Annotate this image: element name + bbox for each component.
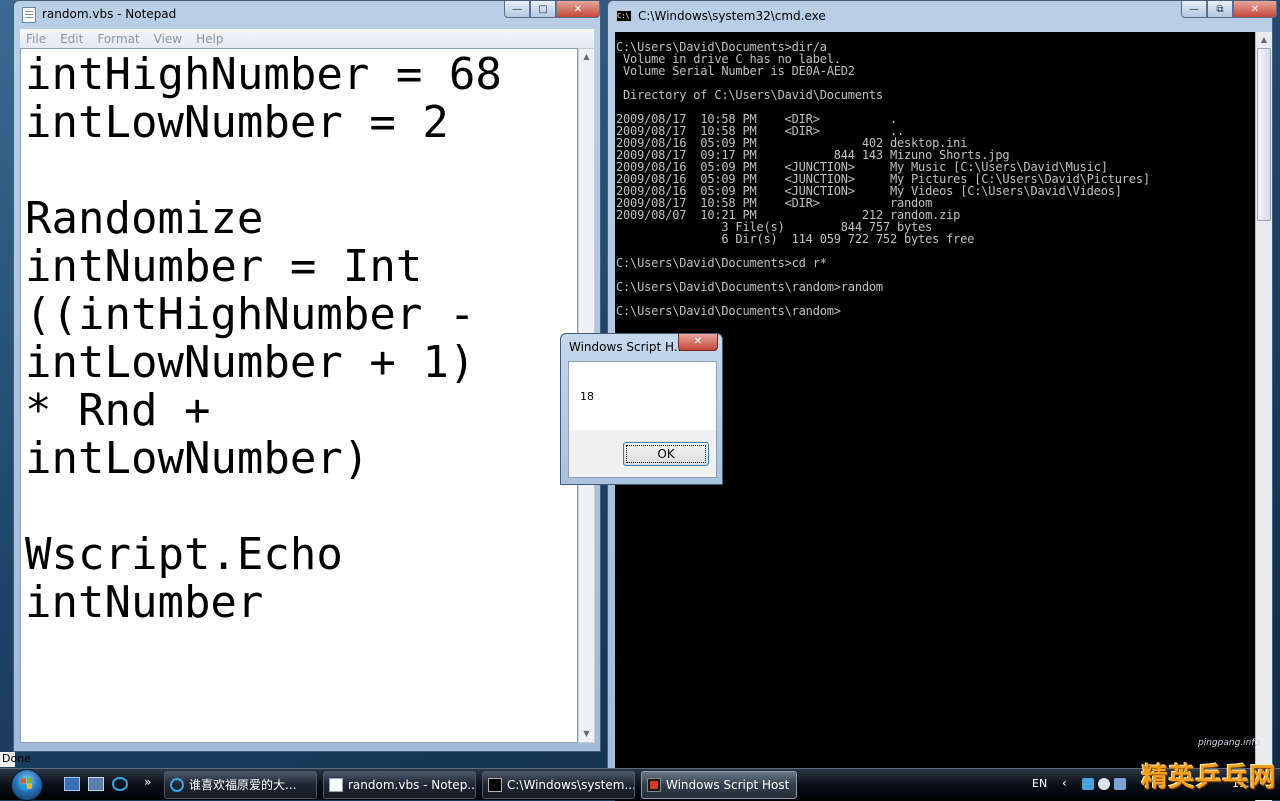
cmd-icon: C:\ (616, 10, 632, 22)
taskbar: » 谁喜欢福原爱的大... random.vbs - Notep... C:\W… (0, 768, 1280, 801)
notepad-titlebar[interactable]: random.vbs - Notepad — □ ✕ (14, 1, 600, 29)
script-host-dialog[interactable]: Windows Script H... ✕ 18 OK (560, 333, 723, 485)
switch-windows-icon[interactable] (88, 777, 104, 791)
notepad-menubar: File Edit Format View Help (20, 29, 594, 48)
menu-file[interactable]: File (20, 32, 54, 46)
scroll-thumb[interactable] (1257, 48, 1271, 221)
scroll-up-icon[interactable]: ▲ (1256, 32, 1272, 48)
scroll-up-icon[interactable]: ▲ (579, 49, 594, 65)
close-button[interactable]: ✕ (556, 1, 600, 18)
watermark-url: pingpang.info (1198, 738, 1261, 748)
volume-icon[interactable] (1098, 778, 1110, 790)
menu-help[interactable]: Help (190, 32, 231, 46)
taskbar-item-label: C:\Windows\system... (507, 778, 635, 792)
ok-button[interactable]: OK (623, 442, 709, 466)
close-button[interactable]: ✕ (1233, 1, 1277, 18)
notepad-text-area[interactable]: intHighNumber = 68 intLowNumber = 2 Rand… (20, 48, 578, 743)
taskbar-item-script-host[interactable]: Windows Script Host (641, 771, 797, 799)
cmd-icon (488, 778, 502, 792)
taskbar-item-label: 谁喜欢福原爱的大... (189, 778, 297, 792)
menu-format[interactable]: Format (91, 32, 147, 46)
dialog-message: 18 (580, 390, 594, 403)
network-icon[interactable] (1082, 778, 1094, 790)
dialog-title: Windows Script H... (569, 340, 686, 354)
minimize-button[interactable]: — (1181, 1, 1207, 18)
quicklaunch-more-icon[interactable]: » (144, 775, 151, 789)
language-indicator[interactable]: EN (1032, 777, 1047, 790)
watermark-logo: 精英乒乓网 (1141, 762, 1277, 793)
maximize-button[interactable]: ⧉ (1207, 1, 1233, 18)
tray-expand-icon[interactable]: ‹ (1062, 776, 1067, 790)
bluetooth-icon[interactable] (1114, 778, 1126, 790)
taskbar-item-notepad[interactable]: random.vbs - Notep... (323, 771, 476, 799)
scroll-down-icon[interactable]: ▼ (579, 726, 594, 742)
minimize-button[interactable]: — (504, 1, 530, 18)
dialog-message-area: 18 (569, 362, 716, 430)
internet-explorer-icon[interactable] (112, 777, 128, 791)
start-button[interactable] (4, 768, 50, 801)
cmd-title: C:\Windows\system32\cmd.exe (638, 9, 826, 23)
taskbar-item-label: Windows Script Host (666, 778, 790, 792)
dialog-body: 18 OK (568, 361, 717, 478)
notepad-window[interactable]: random.vbs - Notepad — □ ✕ File Edit For… (13, 0, 601, 752)
script-host-icon (647, 778, 661, 792)
cmd-output: C:\Users\David\Documents>dir/a Volume in… (616, 40, 1150, 318)
menu-edit[interactable]: Edit (54, 32, 91, 46)
status-text: Done (0, 752, 31, 767)
taskbar-item-label: random.vbs - Notep... (348, 778, 476, 792)
windows-logo-icon (11, 768, 43, 801)
cmd-vertical-scrollbar[interactable]: ▲ (1255, 32, 1272, 801)
menu-view[interactable]: View (148, 32, 190, 46)
notepad-content[interactable]: intHighNumber = 68 intLowNumber = 2 Rand… (21, 49, 577, 627)
notepad-window-controls: — □ ✕ (504, 1, 600, 18)
notepad-title: random.vbs - Notepad (42, 7, 177, 21)
taskbar-item-cmd[interactable]: C:\Windows\system... (482, 771, 635, 799)
notepad-icon (329, 778, 343, 792)
show-desktop-icon[interactable] (64, 777, 80, 791)
notepad-icon (22, 7, 36, 23)
dialog-close-button[interactable]: ✕ (678, 334, 718, 351)
maximize-button[interactable]: □ (530, 1, 556, 18)
cmd-window-controls: — ⧉ ✕ (1181, 1, 1277, 18)
internet-explorer-icon (170, 778, 184, 792)
taskbar-item-browser[interactable]: 谁喜欢福原爱的大... (164, 771, 317, 799)
